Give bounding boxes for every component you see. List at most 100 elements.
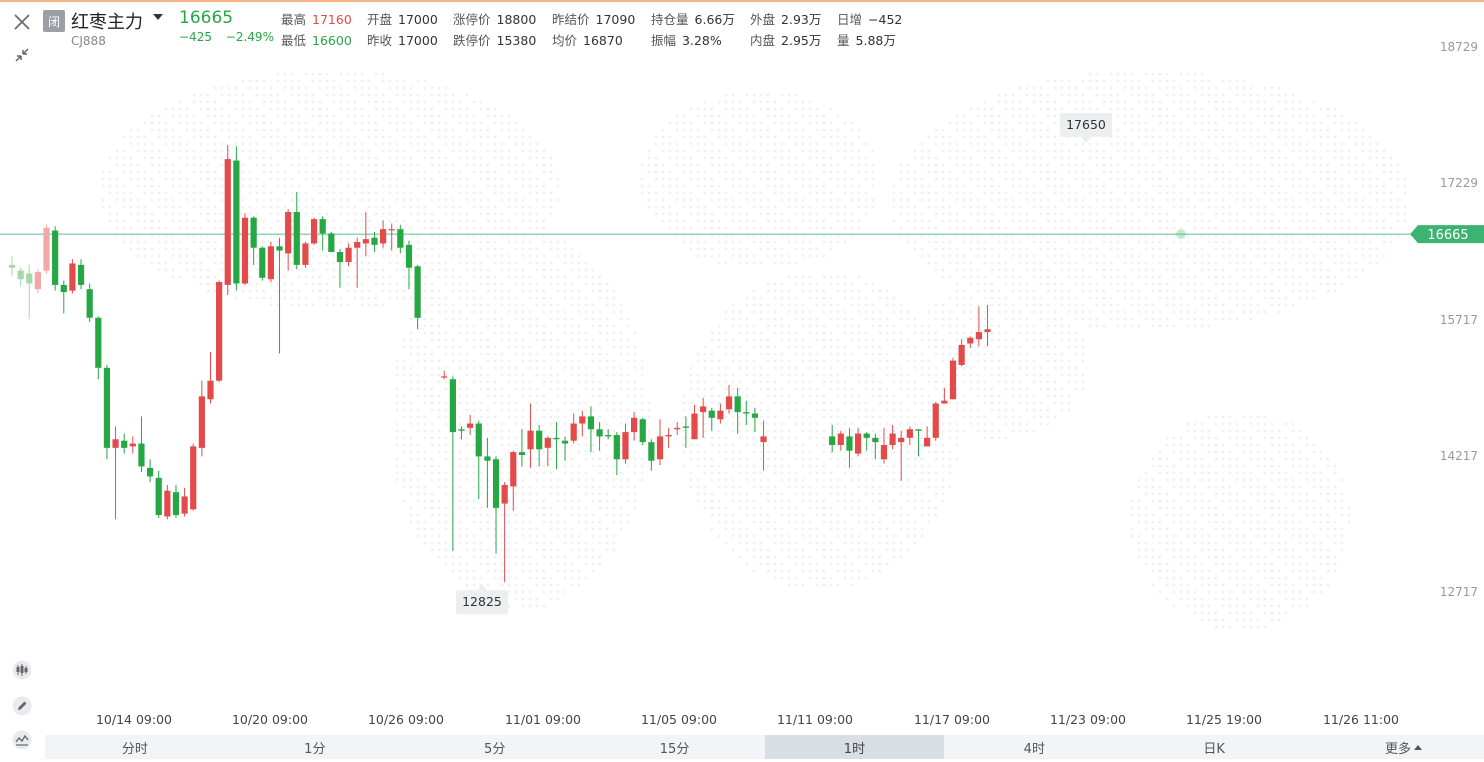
pencil-icon [12, 696, 32, 716]
stat-item: 涨停价 18800 [453, 12, 537, 27]
candle-body [915, 429, 922, 431]
candle-body [682, 426, 689, 428]
candle-body [656, 436, 664, 460]
x-axis-tick-label: 11/25 19:00 [1186, 712, 1262, 727]
collapse-button[interactable] [9, 42, 35, 68]
x-axis-tick-label: 11/26 11:00 [1323, 712, 1399, 727]
y-axis-tick-label: 12717 [1440, 585, 1478, 599]
candle-body [164, 490, 171, 517]
candle-body [760, 436, 767, 443]
candle-body [872, 437, 879, 443]
stat-item: 外盘 2.93万 [750, 12, 822, 27]
period-tabs: 分时 1分 5分 15分 1时 4时 日K 更多 [45, 735, 1484, 759]
candle-body [207, 380, 214, 400]
candle-body [510, 452, 517, 487]
candle-body [648, 442, 655, 461]
tab-4hour[interactable]: 4时 [944, 735, 1124, 759]
candle-body [544, 437, 551, 448]
candle-body [310, 219, 318, 244]
candle-body [285, 211, 292, 254]
candle-body [898, 437, 905, 443]
tab-5min[interactable]: 5分 [405, 735, 585, 759]
stat-item: 最高 17160 [281, 12, 352, 27]
candle-body [146, 467, 154, 477]
candle-body [95, 317, 102, 368]
candle-body [69, 263, 76, 291]
candle-body [388, 229, 395, 231]
chart-type-button[interactable] [9, 657, 35, 683]
more-periods-button[interactable]: 更多 [1385, 735, 1422, 759]
candle-body [86, 289, 93, 318]
y-axis-tick-label: 14217 [1440, 449, 1478, 463]
candle-body [941, 400, 948, 404]
tab-1hour[interactable]: 1时 [764, 735, 945, 759]
candle-body [224, 159, 231, 285]
instrument-name-selector[interactable]: 红枣主力 [71, 8, 143, 34]
candle-body [60, 284, 67, 293]
indicator-button[interactable] [9, 727, 35, 753]
candle-body [596, 429, 603, 437]
x-axis-tick-label: 11/23 09:00 [1050, 712, 1126, 727]
candle-body [613, 434, 620, 460]
candle-body [103, 367, 111, 448]
candle-body [932, 403, 939, 438]
tab-timeshare[interactable]: 分时 [45, 735, 225, 759]
candle-body [587, 416, 595, 430]
tab-daily[interactable]: 日K [1124, 735, 1304, 759]
candle-body [674, 427, 681, 430]
candle-body [639, 419, 646, 443]
candle-body [829, 436, 836, 445]
candle-body [267, 246, 274, 280]
candle-body [397, 229, 404, 248]
candlestick-chart[interactable]: 18729 17229 15717 14217 12717 10/14 09:00 10/2… [0, 0, 1484, 762]
last-candle-glow [1176, 229, 1186, 240]
chevron-down-icon[interactable] [153, 14, 163, 20]
price-change: −425 −2.49% [179, 30, 284, 44]
close-button[interactable] [9, 9, 35, 35]
candle-body [336, 252, 344, 263]
candle-body [570, 423, 577, 441]
candle-body [414, 266, 421, 318]
candle-body [854, 433, 862, 454]
candle-body [880, 444, 888, 460]
caret-up-icon [1414, 744, 1422, 750]
candle-body [190, 446, 197, 510]
candle-body [155, 477, 162, 516]
candle-body [233, 160, 240, 284]
candle-body [734, 396, 741, 413]
candle-body [77, 264, 85, 285]
stat-item: 量 5.88万 [837, 33, 896, 48]
world-map-dots-background [101, 72, 1407, 629]
change-percent: −2.49% [225, 30, 274, 44]
candlestick-icon [12, 660, 32, 680]
candle-body [112, 439, 119, 448]
candle-body [405, 244, 413, 268]
y-axis-tick-label: 17229 [1440, 176, 1478, 190]
candle-body [949, 360, 957, 400]
tab-15min[interactable]: 15分 [585, 735, 765, 759]
stat-item: 跌停价 15380 [453, 33, 537, 48]
candle-body [751, 413, 759, 418]
candle-body [958, 344, 965, 365]
candle-body [138, 443, 145, 467]
x-axis-tick-label: 11/11 09:00 [777, 712, 853, 727]
candle-body [743, 412, 750, 414]
stat-item: 昨结价 17090 [552, 12, 636, 27]
candle-body [354, 242, 361, 248]
tab-1min[interactable]: 1分 [225, 735, 405, 759]
candle-body [484, 456, 491, 461]
candle-body [276, 246, 283, 251]
x-axis-tick-label: 10/20 09:00 [232, 712, 308, 727]
candle-body [717, 410, 724, 420]
min-price-label: 12825 [462, 594, 502, 609]
stat-item: 内盘 2.95万 [750, 33, 822, 48]
draw-tool-button[interactable] [9, 693, 35, 719]
candle-body [665, 434, 672, 437]
quote-stats: 最高 17160 开盘 17000 涨停价 18800 昨结价 17090 持仓量 6.6… [281, 9, 921, 51]
candle-body [837, 433, 844, 445]
candle-body [536, 430, 543, 450]
candle-body [846, 436, 853, 451]
candle-body [371, 237, 378, 245]
x-axis-tick-label: 10/26 09:00 [368, 712, 444, 727]
price-callout-pointer [477, 584, 487, 591]
